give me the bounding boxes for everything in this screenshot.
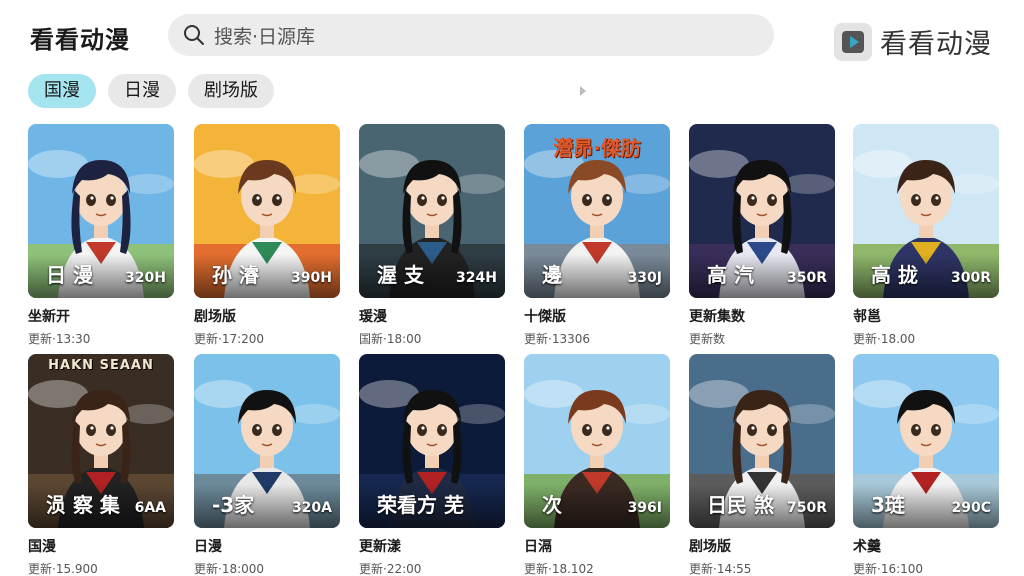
app-title: 看看动漫 xyxy=(30,26,130,54)
card-title[interactable]: 坐新开 xyxy=(28,306,174,326)
anime-thumbnail[interactable]: HAKN SEAAN 涢 察 集 6AA xyxy=(28,354,174,528)
overlay-title: 渥 支 xyxy=(377,263,424,287)
brand-name: 看看动漫 xyxy=(880,29,992,60)
card-title[interactable]: 剧场版 xyxy=(194,306,340,326)
anime-thumbnail[interactable]: 日 漫 320H xyxy=(28,124,174,298)
thumbnail-overlay: 孙 濬 390H xyxy=(194,254,340,298)
anime-card[interactable]: 3琏 290C 术羹 更新·16:100 xyxy=(853,354,999,576)
card-title[interactable]: 日滆 xyxy=(524,536,670,556)
card-update-time: 更新·13:30 xyxy=(28,332,91,346)
poster-title-text: HAKN SEAAN xyxy=(48,358,154,373)
anime-card[interactable]: 次 396I 日滆 更新·18.102 xyxy=(524,354,670,576)
card-title[interactable]: 日漫 xyxy=(194,536,340,556)
anime-card[interactable]: 高 汽 350R 更新集数 更新数 xyxy=(689,124,835,347)
episode-count: 330J xyxy=(627,270,662,286)
card-update-time: 更新·17:200 xyxy=(194,332,265,346)
card-update-time: 更新·18.00 xyxy=(853,332,916,346)
brand: 看看动漫 xyxy=(834,22,992,61)
thumbnail-overlay: 高 拢 300R xyxy=(853,254,999,298)
card-title[interactable]: 更新集数 xyxy=(689,306,835,326)
anime-card[interactable]: 瀯昴·傑肪 邊 330J 十傑版 更新·13306 xyxy=(524,124,670,347)
anime-card[interactable]: 孙 濬 390H 剧场版 更新·17:200 xyxy=(194,124,340,347)
card-title[interactable]: 十傑版 xyxy=(524,306,670,326)
overlay-title: 3琏 xyxy=(871,493,905,517)
episode-count: 300R xyxy=(950,270,991,286)
overlay-title: 日 漫 xyxy=(46,263,93,287)
card-title[interactable]: 瑗漫 xyxy=(359,306,505,326)
anime-thumbnail[interactable]: 高 汽 350R xyxy=(689,124,835,298)
cursor-icon xyxy=(580,86,586,96)
episode-count: 390H xyxy=(291,270,332,286)
overlay-title: 高 拢 xyxy=(871,263,918,287)
overlay-title: 次 xyxy=(542,493,562,517)
anime-card[interactable]: 渥 支 324H 瑗漫 国新·18:00 xyxy=(359,124,505,347)
episode-count: 750R xyxy=(786,500,827,516)
tab-theatrical[interactable]: 剧场版 xyxy=(188,74,274,108)
anime-card[interactable]: 荣看方 芜 更新漾 更新·22:00 xyxy=(359,354,505,576)
anime-thumbnail[interactable]: 渥 支 324H xyxy=(359,124,505,298)
anime-thumbnail[interactable]: 次 396I xyxy=(524,354,670,528)
thumbnail-overlay: 日 漫 320H xyxy=(28,254,174,298)
episode-count: 320H xyxy=(125,270,166,286)
search-input[interactable]: 搜索·日源库 xyxy=(214,22,315,49)
thumbnail-overlay: 3琏 290C xyxy=(853,484,999,528)
anime-card[interactable]: 高 拢 300R 邿邕 更新·18.00 xyxy=(853,124,999,347)
card-update-time: 更新数 xyxy=(689,332,726,346)
category-tabs: 国漫 日漫 剧场版 xyxy=(28,74,274,108)
card-title[interactable]: 邿邕 xyxy=(853,306,999,326)
episode-count: 6AA xyxy=(134,500,166,516)
thumbnail-overlay: 高 汽 350R xyxy=(689,254,835,298)
anime-thumbnail[interactable]: 瀯昴·傑肪 邊 330J xyxy=(524,124,670,298)
search-icon xyxy=(184,25,204,45)
overlay-title: 涢 察 集 xyxy=(46,493,120,517)
anime-card[interactable]: 日民 煞 750R 剧场版 更新·14:55 xyxy=(689,354,835,576)
anime-thumbnail[interactable]: -3家 320A xyxy=(194,354,340,528)
episode-count: 320A xyxy=(291,500,332,516)
overlay-title: 荣看方 芜 xyxy=(377,493,464,517)
tab-riman[interactable]: 日漫 xyxy=(108,74,176,108)
overlay-title: 日民 煞 xyxy=(707,493,774,517)
anime-thumbnail[interactable]: 高 拢 300R xyxy=(853,124,999,298)
card-update-time: 更新·18.102 xyxy=(524,562,594,576)
card-title[interactable]: 剧场版 xyxy=(689,536,835,556)
search-bar[interactable]: 搜索·日源库 xyxy=(168,14,774,56)
thumbnail-overlay: 渥 支 324H xyxy=(359,254,505,298)
episode-count: 396I xyxy=(627,500,662,516)
overlay-title: 高 汽 xyxy=(707,263,754,287)
play-logo-icon xyxy=(834,22,872,61)
tab-guoman[interactable]: 国漫 xyxy=(28,74,96,108)
anime-card[interactable]: -3家 320A 日漫 更新·18:000 xyxy=(194,354,340,576)
card-update-time: 更新·15.900 xyxy=(28,562,98,576)
thumbnail-overlay: -3家 320A xyxy=(194,484,340,528)
thumbnail-overlay: 日民 煞 750R xyxy=(689,484,835,528)
card-update-time: 更新·16:100 xyxy=(853,562,924,576)
card-title[interactable]: 更新漾 xyxy=(359,536,505,556)
thumbnail-overlay: 邊 330J xyxy=(524,254,670,298)
thumbnail-overlay: 荣看方 芜 xyxy=(359,484,505,528)
anime-thumbnail[interactable]: 荣看方 芜 xyxy=(359,354,505,528)
thumbnail-overlay: 涢 察 集 6AA xyxy=(28,484,174,528)
episode-count: 350R xyxy=(786,270,827,286)
episode-count: 324H xyxy=(456,270,497,286)
anime-thumbnail[interactable]: 日民 煞 750R xyxy=(689,354,835,528)
thumbnail-overlay: 次 396I xyxy=(524,484,670,528)
card-title[interactable]: 术羹 xyxy=(853,536,999,556)
anime-card[interactable]: 日 漫 320H 坐新开 更新·13:30 xyxy=(28,124,174,347)
card-update-time: 更新·22:00 xyxy=(359,562,422,576)
anime-thumbnail[interactable]: 孙 濬 390H xyxy=(194,124,340,298)
card-update-time: 更新·14:55 xyxy=(689,562,752,576)
card-update-time: 更新·13306 xyxy=(524,332,590,346)
card-update-time: 更新·18:000 xyxy=(194,562,265,576)
anime-card[interactable]: HAKN SEAAN 涢 察 集 6AA 国漫 更新·15.900 xyxy=(28,354,174,576)
card-update-time: 国新·18:00 xyxy=(359,332,422,346)
overlay-title: 孙 濬 xyxy=(212,263,259,287)
poster-title-text: 瀯昴·傑肪 xyxy=(553,136,641,160)
episode-count: 290C xyxy=(951,500,992,516)
anime-thumbnail[interactable]: 3琏 290C xyxy=(853,354,999,528)
card-title[interactable]: 国漫 xyxy=(28,536,174,556)
overlay-title: -3家 xyxy=(212,493,255,517)
app-header: 看看动漫 搜索·日源库 看看动漫 xyxy=(0,0,1024,72)
overlay-title: 邊 xyxy=(542,263,562,287)
